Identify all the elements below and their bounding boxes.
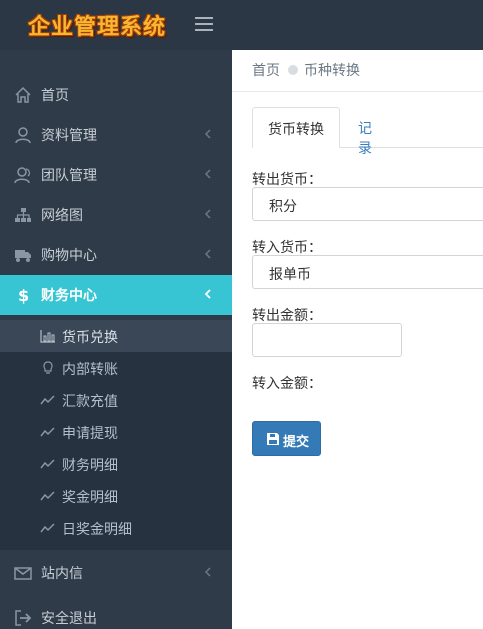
submenu-item-label: 日奖金明细 [62,522,132,538]
home-icon [15,86,31,103]
submit-label: 提交 [283,435,310,450]
submenu-item-finance-detail[interactable]: 财务明细 [0,448,232,480]
submenu-item-bonus-detail[interactable]: 奖金明细 [0,480,232,512]
sidebar-item-label: 首页 [41,88,69,104]
finance-submenu: 货币兑换 内部转账 汇款充值 申请提现 财务明细 奖金明细 日奖金明细 [0,320,232,550]
line-chart-icon [40,427,55,437]
submenu-item-label: 货币兑换 [62,330,118,346]
sidebar-item-team[interactable]: 团队管理 [0,155,232,195]
truck-icon [15,250,31,262]
sidebar-item-profile[interactable]: 资料管理 [0,115,232,155]
team-icon [14,167,30,184]
chevron-left-icon [204,129,211,139]
breadcrumb-current: 币种转换 [304,63,360,79]
sidebar: 首页 资料管理 团队管理 网络图 购物中心 $ 财务中心 货币兑换 内部转账 汇… [0,50,232,629]
from-currency-select[interactable]: 积分 [252,187,483,221]
line-chart-icon [40,491,55,501]
breadcrumb-separator [288,65,298,75]
sidebar-item-home[interactable]: 首页 [0,75,232,115]
to-currency-label: 转入货币： [252,240,322,256]
sidebar-item-finance[interactable]: $ 财务中心 [0,275,232,315]
sidebar-item-label: 购物中心 [41,248,97,264]
sidebar-item-label: 团队管理 [41,168,97,184]
submenu-item-label: 奖金明细 [62,490,118,506]
submenu-item-withdraw[interactable]: 申请提现 [0,416,232,448]
chevron-left-icon [204,289,211,299]
sidebar-item-messages[interactable]: 站内信 [0,553,232,593]
submenu-item-remittance[interactable]: 汇款充值 [0,384,232,416]
tab-label: 货币转换 [268,122,324,138]
chevron-left-icon [204,209,211,219]
svg-text:$: $ [18,286,29,304]
bar-chart-icon [40,330,55,343]
save-icon [267,433,279,445]
from-currency-value: 积分 [269,199,297,215]
breadcrumb: 首页 币种转换 [252,60,360,80]
line-chart-icon [40,459,55,469]
submenu-item-daily-bonus-detail[interactable]: 日奖金明细 [0,512,232,544]
chevron-left-icon [204,567,211,577]
sidebar-item-label: 网络图 [41,208,83,224]
sidebar-item-shopping[interactable]: 购物中心 [0,235,232,275]
submenu-item-label: 申请提现 [62,426,118,442]
menu-toggle-icon[interactable] [195,17,213,31]
amount-out-label: 转出金额： [252,308,322,324]
submenu-item-label: 内部转账 [62,362,118,378]
user-icon [15,127,31,144]
tab-currency-exchange[interactable]: 货币转换 [252,107,340,148]
sidebar-item-logout[interactable]: 安全退出 [0,598,232,629]
chevron-left-icon [204,169,211,179]
sidebar-item-label: 安全退出 [41,611,97,627]
from-currency-label: 转出货币： [252,172,322,188]
submenu-item-label: 财务明细 [62,458,118,474]
line-chart-icon [40,395,55,405]
sidebar-item-network[interactable]: 网络图 [0,195,232,235]
submenu-item-currency-exchange[interactable]: 货币兑换 [0,320,232,352]
chevron-left-icon [204,249,211,259]
sidebar-item-label: 财务中心 [41,288,97,304]
to-currency-select[interactable]: 报单币 [252,255,483,289]
submenu-item-internal-transfer[interactable]: 内部转账 [0,352,232,384]
app-title: 企业管理系统 [28,14,167,40]
amount-out-input[interactable] [252,323,402,357]
top-header: 企业管理系统 [0,0,483,50]
lightbulb-icon [43,361,53,374]
amount-in-label: 转入金额： [252,376,322,392]
tab-label: 记录 [358,121,372,157]
sitemap-icon [15,208,31,222]
breadcrumb-home[interactable]: 首页 [252,63,280,79]
dollar-icon: $ [18,286,29,304]
envelope-icon [14,567,32,580]
line-chart-icon [40,523,55,533]
to-currency-value: 报单币 [269,267,311,283]
submit-button[interactable]: 提交 [252,421,321,456]
sidebar-item-label: 站内信 [41,566,83,582]
header-divider [232,91,483,92]
sidebar-item-label: 资料管理 [41,128,97,144]
sign-out-icon [15,610,32,626]
submenu-item-label: 汇款充值 [62,394,118,410]
